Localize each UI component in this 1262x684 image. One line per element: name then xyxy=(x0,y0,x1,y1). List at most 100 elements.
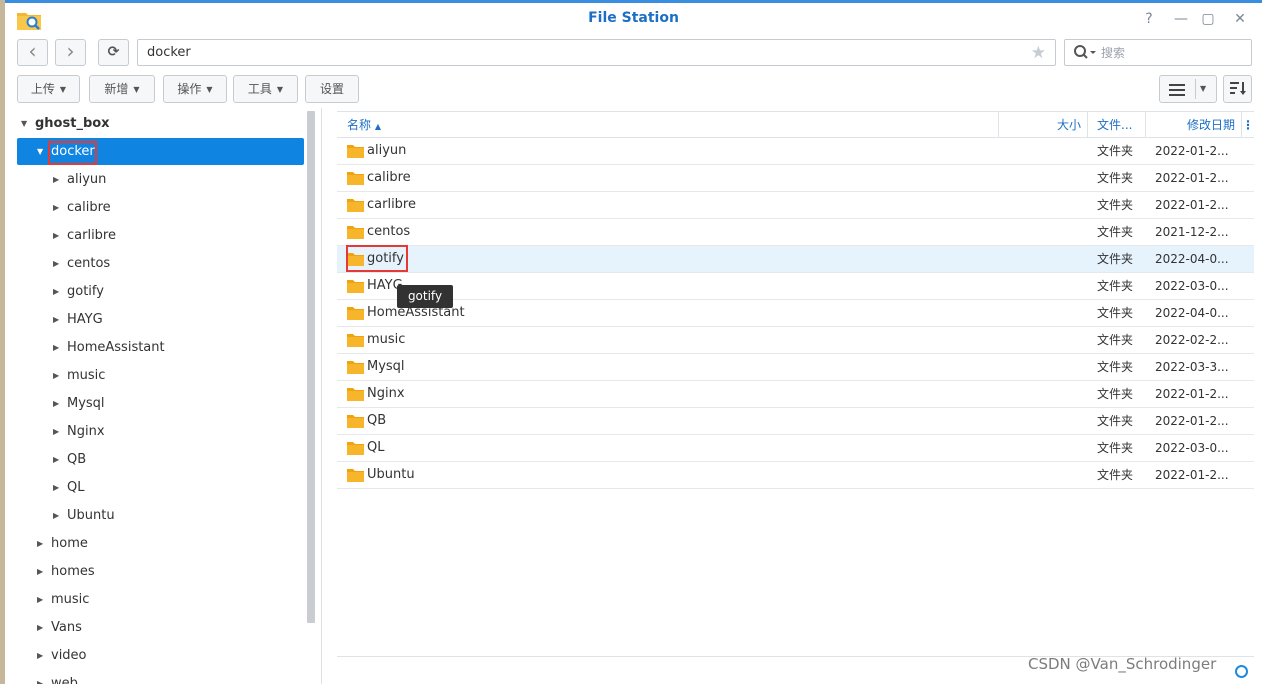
help-button[interactable]: ? xyxy=(1138,9,1160,29)
collapsed-triangle-icon[interactable]: ▶ xyxy=(37,670,51,684)
tree-item-video[interactable]: ▶ video xyxy=(17,642,304,669)
folder-icon xyxy=(347,469,364,482)
sort-ascending-icon: ▲ xyxy=(374,122,381,131)
file-size xyxy=(999,273,1088,299)
tree-item-qb[interactable]: ▶ QB xyxy=(17,446,304,473)
collapsed-triangle-icon[interactable]: ▶ xyxy=(53,362,67,389)
collapsed-triangle-icon[interactable]: ▶ xyxy=(53,502,67,529)
collapsed-triangle-icon[interactable]: ▶ xyxy=(53,222,67,249)
tree-item-ubuntu[interactable]: ▶ Ubuntu xyxy=(17,502,304,529)
tree-item-centos[interactable]: ▶ centos xyxy=(17,250,304,277)
status-refresh-icon[interactable] xyxy=(1235,665,1248,678)
collapsed-triangle-icon[interactable]: ▶ xyxy=(37,642,51,669)
pane-divider[interactable] xyxy=(321,108,322,684)
minimize-button[interactable]: — xyxy=(1170,9,1192,29)
tree-item-gotify[interactable]: ▶ gotify xyxy=(17,278,304,305)
file-row[interactable]: QL 文件夹 2022-03-0... xyxy=(337,435,1254,462)
file-row[interactable]: Nginx 文件夹 2022-01-2... xyxy=(337,381,1254,408)
file-modified: 2022-01-2... xyxy=(1155,198,1229,212)
expanded-triangle-icon[interactable]: ▼ xyxy=(37,138,51,165)
star-icon[interactable]: ★ xyxy=(1031,43,1046,63)
refresh-button[interactable]: ⟳ xyxy=(98,39,129,66)
collapsed-triangle-icon[interactable]: ▶ xyxy=(53,334,67,361)
collapsed-triangle-icon[interactable]: ▶ xyxy=(53,278,67,305)
collapsed-triangle-icon[interactable]: ▶ xyxy=(53,474,67,501)
collapsed-triangle-icon[interactable]: ▶ xyxy=(53,390,67,417)
tools-button[interactable]: 工具 ▼ xyxy=(233,75,298,103)
create-button[interactable]: 新增 ▼ xyxy=(89,75,155,103)
file-type: 文件夹 xyxy=(1097,387,1134,401)
tree-item-vans[interactable]: ▶ Vans xyxy=(17,614,304,641)
file-station-window: File Station ? — ▢ ✕ ‹ › ⟳ docker ★ 上传▼ … xyxy=(5,0,1262,684)
file-modified: 2022-03-0... xyxy=(1155,441,1229,455)
collapsed-triangle-icon[interactable]: ▶ xyxy=(37,586,51,613)
sort-button[interactable] xyxy=(1223,75,1252,103)
upload-label: 上传 xyxy=(30,82,55,96)
chevron-right-icon: › xyxy=(66,39,75,63)
file-row[interactable]: carlibre 文件夹 2022-01-2... xyxy=(337,192,1254,219)
tree-item-ql[interactable]: ▶ QL xyxy=(17,474,304,501)
column-header: 名称 ▲ 大小 文件... 修改日期 ⋮ xyxy=(337,111,1254,138)
search-input[interactable] xyxy=(1101,43,1241,62)
collapsed-triangle-icon[interactable]: ▶ xyxy=(53,446,67,473)
collapsed-triangle-icon[interactable]: ▶ xyxy=(53,306,67,333)
tree-item-nginx[interactable]: ▶ Nginx xyxy=(17,418,304,445)
file-row[interactable]: HomeAssistant 文件夹 2022-04-0... xyxy=(337,300,1254,327)
file-modified: 2022-01-2... xyxy=(1155,144,1229,158)
search-box[interactable] xyxy=(1064,39,1252,66)
file-row[interactable]: gotify 文件夹 2022-04-0... xyxy=(337,246,1254,273)
file-modified: 2022-01-2... xyxy=(1155,387,1229,401)
refresh-icon: ⟳ xyxy=(107,44,120,60)
file-row[interactable]: aliyun 文件夹 2022-01-2... xyxy=(337,138,1254,165)
path-bar[interactable]: docker ★ xyxy=(137,39,1056,66)
current-path: docker xyxy=(147,45,191,60)
file-row[interactable]: QB 文件夹 2022-01-2... xyxy=(337,408,1254,435)
upload-button[interactable]: 上传 ▼ xyxy=(17,75,80,103)
expanded-triangle-icon[interactable]: ▼ xyxy=(21,110,35,137)
view-mode-button[interactable]: ▼ xyxy=(1159,75,1217,103)
collapsed-triangle-icon[interactable]: ▶ xyxy=(37,614,51,641)
collapsed-triangle-icon[interactable]: ▶ xyxy=(37,558,51,585)
tree-item-hayg[interactable]: ▶ HAYG xyxy=(17,306,304,333)
folder-icon xyxy=(347,253,364,266)
back-button[interactable]: ‹ xyxy=(17,39,48,66)
forward-button[interactable]: › xyxy=(55,39,86,66)
tree-item-calibre[interactable]: ▶ calibre xyxy=(17,194,304,221)
file-row[interactable]: Ubuntu 文件夹 2022-01-2... xyxy=(337,462,1254,489)
tree-item-docker[interactable]: ▼ docker xyxy=(17,138,304,165)
file-row[interactable]: centos 文件夹 2021-12-2... xyxy=(337,219,1254,246)
tree-scrollbar[interactable] xyxy=(307,111,315,623)
tree-item-music[interactable]: ▶ music xyxy=(17,362,304,389)
action-button[interactable]: 操作 ▼ xyxy=(163,75,227,103)
column-size[interactable]: 大小 xyxy=(999,112,1088,138)
tree-item-carlibre[interactable]: ▶ carlibre xyxy=(17,222,304,249)
file-type: 文件夹 xyxy=(1097,225,1134,239)
tree-item-music[interactable]: ▶ music xyxy=(17,586,304,613)
collapsed-triangle-icon[interactable]: ▶ xyxy=(53,166,67,193)
file-row[interactable]: Mysql 文件夹 2022-03-3... xyxy=(337,354,1254,381)
file-row[interactable]: HAYG 文件夹 2022-03-0... xyxy=(337,273,1254,300)
tree-item-mysql[interactable]: ▶ Mysql xyxy=(17,390,304,417)
maximize-button[interactable]: ▢ xyxy=(1197,9,1219,29)
tree-item-label: centos xyxy=(67,256,111,271)
column-modified[interactable]: 修改日期 xyxy=(1146,112,1242,138)
collapsed-triangle-icon[interactable]: ▶ xyxy=(53,418,67,445)
file-type: 文件夹 xyxy=(1097,333,1134,347)
column-options-icon[interactable]: ⋮ xyxy=(1242,112,1254,138)
column-name[interactable]: 名称 ▲ xyxy=(337,112,999,138)
tree-item-web[interactable]: ▶ web xyxy=(17,670,304,684)
file-row[interactable]: music 文件夹 2022-02-2... xyxy=(337,327,1254,354)
collapsed-triangle-icon[interactable]: ▶ xyxy=(53,250,67,277)
tree-item-homes[interactable]: ▶ homes xyxy=(17,558,304,585)
file-row[interactable]: calibre 文件夹 2022-01-2... xyxy=(337,165,1254,192)
column-type[interactable]: 文件... xyxy=(1088,112,1146,138)
collapsed-triangle-icon[interactable]: ▶ xyxy=(53,194,67,221)
tree-item-aliyun[interactable]: ▶ aliyun xyxy=(17,166,304,193)
tree-item-home[interactable]: ▶ home xyxy=(17,530,304,557)
close-button[interactable]: ✕ xyxy=(1229,9,1251,29)
collapsed-triangle-icon[interactable]: ▶ xyxy=(37,530,51,557)
settings-button[interactable]: 设置 xyxy=(305,75,359,103)
file-type: 文件夹 xyxy=(1097,198,1134,212)
tree-root-ghost-box[interactable]: ▼ ghost_box xyxy=(17,110,304,137)
tree-item-homeassistant[interactable]: ▶ HomeAssistant xyxy=(17,334,304,361)
